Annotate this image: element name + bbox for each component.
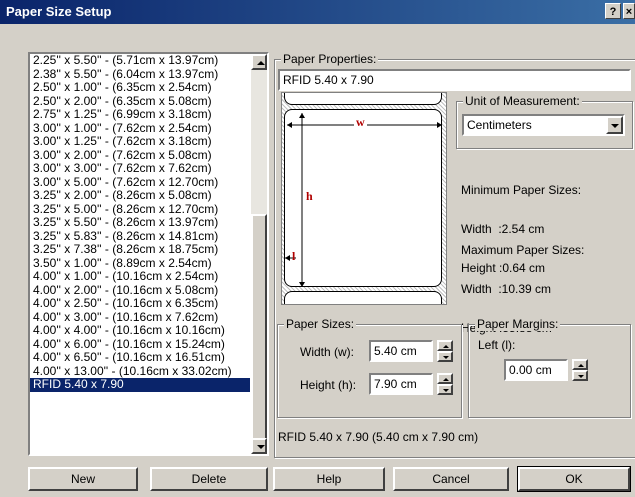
ok-button[interactable]: OK [517,466,631,492]
list-item[interactable]: 3.25'' x 7.38'' - (8.26cm x 18.75cm) [30,242,250,257]
list-item[interactable]: RFID 5.40 x 7.90 [30,377,250,392]
title-bar: Paper Size Setup ? × [0,0,635,24]
width-label: Width (w): [300,345,354,359]
paper-size-list-items: 2.25'' x 5.50'' - (5.71cm x 13.97cm) 2.38… [30,54,250,454]
height-spinner[interactable] [437,373,453,395]
list-item[interactable]: 2.25'' x 5.50'' - (5.71cm x 13.97cm) [30,54,250,68]
paper-size-list[interactable]: 2.25'' x 5.50'' - (5.71cm x 13.97cm) 2.38… [28,52,269,456]
width-marker: w [354,115,367,130]
list-item[interactable]: 2.50'' x 2.00'' - (6.35cm x 5.08cm) [30,94,250,109]
list-item[interactable]: 3.00'' x 2.00'' - (7.62cm x 5.08cm) [30,148,250,163]
arrow-down-icon [578,375,584,378]
help-button[interactable]: Help [273,467,385,491]
list-item[interactable]: 4.00'' x 3.00'' - (10.16cm x 7.62cm) [30,310,250,325]
list-item[interactable]: 3.00'' x 1.25'' - (7.62cm x 3.18cm) [30,134,250,149]
left-margin-spinner[interactable] [572,359,588,381]
list-item[interactable]: 2.75'' x 1.25'' - (6.99cm x 3.18cm) [30,107,250,122]
list-item[interactable]: 3.25'' x 2.00'' - (8.26cm x 5.08cm) [30,188,250,203]
unit-label: Unit of Measurement: [463,94,582,108]
list-item[interactable]: 4.00'' x 1.00'' - (10.16cm x 2.54cm) [30,269,250,284]
arrow-up-icon [443,345,449,348]
list-item[interactable]: 3.25'' x 5.83'' - (8.26cm x 14.81cm) [30,229,250,244]
arrow-up-icon [257,61,265,65]
list-item[interactable]: 3.25'' x 5.50'' - (8.26cm x 13.97cm) [30,215,250,230]
height-input[interactable]: 7.90 cm [369,373,433,395]
list-item[interactable]: 4.00'' x 4.00'' - (10.16cm x 10.16cm) [30,323,250,338]
unit-value: Centimeters [467,118,532,132]
arrow-down-icon [257,445,265,449]
margin-spin-up[interactable] [572,359,588,370]
max-width: Width :10.39 cm [461,282,552,296]
cancel-button[interactable]: Cancel [393,467,509,491]
width-spin-up[interactable] [437,340,453,351]
paper-summary: RFID 5.40 x 7.90 (5.40 cm x 7.90 cm) [278,430,479,444]
close-button[interactable]: × [623,3,635,19]
list-item[interactable]: 4.00'' x 2.50'' - (10.16cm x 6.35cm) [30,296,250,311]
paper-properties-label: Paper Properties: [281,52,379,66]
height-spin-up[interactable] [437,373,453,384]
list-item[interactable]: 2.38'' x 5.50'' - (6.04cm x 13.97cm) [30,67,250,82]
unit-select[interactable]: Centimeters [462,114,625,136]
height-marker: h [306,189,313,203]
width-spin-down[interactable] [437,351,453,362]
paper-sizes-group: Paper Sizes: [277,317,462,418]
unit-dropdown-button[interactable] [606,116,623,134]
list-item[interactable]: 3.00'' x 5.00'' - (7.62cm x 12.70cm) [30,175,250,190]
scroll-thumb[interactable] [251,214,267,442]
list-item[interactable]: 3.00'' x 3.00'' - (7.62cm x 7.62cm) [30,161,250,176]
arrow-down-icon [443,389,449,392]
height-spin-down[interactable] [437,384,453,395]
list-item[interactable]: 4.00'' x 13.00'' - (10.16cm x 33.02cm) [30,364,250,379]
paper-margins-label: Paper Margins: [475,317,561,331]
left-margin-label: Left (l): [478,338,516,352]
width-input[interactable]: 5.40 cm [369,340,433,362]
delete-button[interactable]: Delete [150,467,268,491]
list-item[interactable]: 3.00'' x 1.00'' - (7.62cm x 2.54cm) [30,121,250,136]
max-sizes-title: Maximum Paper Sizes: [461,243,585,257]
margin-spin-down[interactable] [572,370,588,381]
scroll-down-button[interactable] [251,438,267,454]
paper-sizes-label: Paper Sizes: [284,317,357,331]
paper-diagram: w h l [281,92,447,305]
min-sizes-title: Minimum Paper Sizes: [461,183,582,197]
width-spinner[interactable] [437,340,453,362]
help-title-button[interactable]: ? [605,3,621,19]
left-margin-marker: l [292,249,296,263]
list-item[interactable]: 4.00'' x 2.00'' - (10.16cm x 5.08cm) [30,283,250,298]
height-label: Height (h): [300,378,357,392]
arrow-up-icon [443,378,449,381]
list-item[interactable]: 2.50'' x 1.00'' - (6.35cm x 2.54cm) [30,80,250,95]
left-margin-input[interactable]: 0.00 cm [504,359,568,381]
arrow-down-icon [443,356,449,359]
list-scrollbar[interactable] [251,54,267,454]
chevron-down-icon [611,124,619,128]
window-title: Paper Size Setup [6,4,112,19]
paper-name-field[interactable]: RFID 5.40 x 7.90 [278,69,631,91]
list-item[interactable]: 4.00'' x 6.00'' - (10.16cm x 15.24cm) [30,337,250,352]
scroll-up-button[interactable] [251,54,267,70]
list-item[interactable]: 4.00'' x 6.50'' - (10.16cm x 16.51cm) [30,350,250,365]
list-item[interactable]: 3.25'' x 5.00'' - (8.26cm x 12.70cm) [30,202,250,217]
list-item[interactable]: 3.50'' x 1.00'' - (8.89cm x 2.54cm) [30,256,250,271]
new-button[interactable]: New [28,467,138,491]
arrow-up-icon [578,364,584,367]
